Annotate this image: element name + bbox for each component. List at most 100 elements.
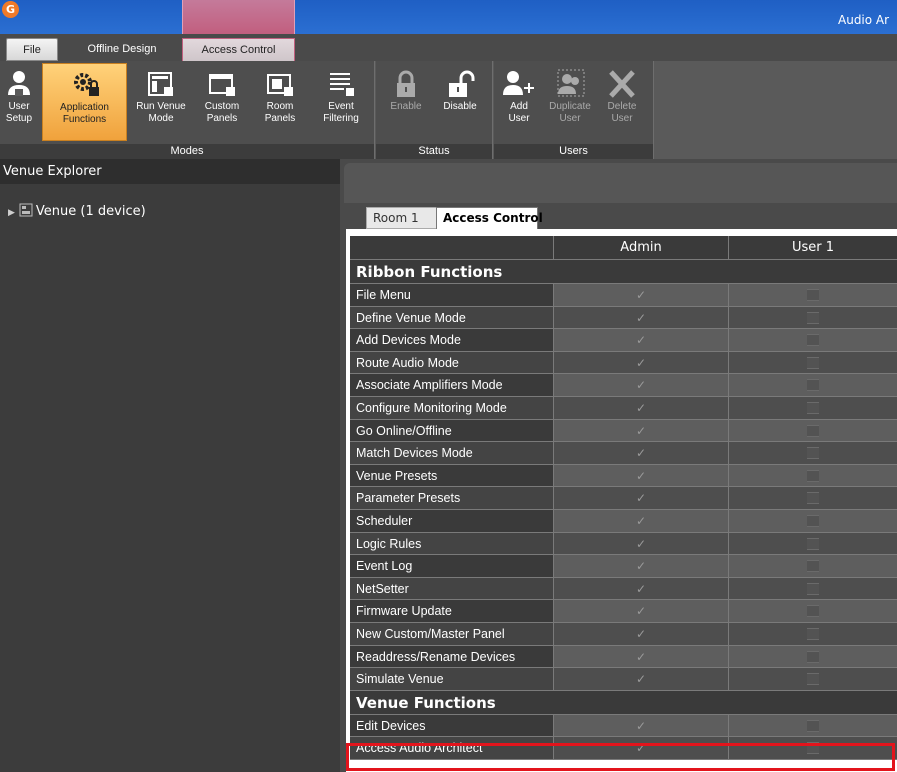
- function-name: New Custom/Master Panel: [350, 622, 554, 645]
- application-functions-button[interactable]: Application Functions: [42, 63, 127, 141]
- admin-permission-check[interactable]: ✓: [554, 374, 729, 396]
- add-user-button[interactable]: Add User: [498, 63, 540, 141]
- section-title: Venue Functions: [350, 690, 897, 714]
- tree-item-label: Venue (1 device): [35, 204, 146, 219]
- admin-permission-check[interactable]: ✓: [554, 668, 729, 690]
- admin-permission-check[interactable]: ✓: [554, 622, 729, 645]
- user1-permission-check[interactable]: [729, 284, 897, 306]
- table-row: Route Audio Mode ✓: [350, 351, 897, 375]
- user1-permission-check[interactable]: [729, 374, 897, 396]
- admin-permission-check[interactable]: ✓: [554, 306, 729, 329]
- user1-permission-check[interactable]: [729, 600, 897, 622]
- admin-permission-check[interactable]: ✓: [554, 329, 729, 351]
- contextual-tab-highlight: [182, 0, 295, 34]
- run-venue-mode-button[interactable]: Run Venue Mode: [132, 63, 190, 141]
- tab-offline-design[interactable]: Offline Design: [68, 38, 176, 61]
- user1-permission-check[interactable]: [729, 577, 897, 600]
- venue-icon: [19, 203, 33, 221]
- table-row: NetSetter ✓: [350, 577, 897, 601]
- admin-permission-check[interactable]: ✓: [554, 464, 729, 487]
- app-logo-icon[interactable]: G: [2, 1, 19, 18]
- section-header-row: Venue Functions: [350, 690, 897, 715]
- unchecked-box-icon: [807, 514, 819, 527]
- user-setup-icon: [8, 71, 30, 96]
- unchecked-box-icon: [807, 537, 819, 550]
- function-name: Scheduler: [350, 509, 554, 532]
- duplicate-user-button[interactable]: Duplicate User: [542, 63, 598, 141]
- admin-permission-check[interactable]: ✓: [554, 555, 729, 577]
- user1-permission-check[interactable]: [729, 442, 897, 464]
- user-setup-button[interactable]: User Setup: [2, 63, 36, 141]
- function-name: Add Devices Mode: [350, 329, 554, 351]
- unchecked-box-icon: [807, 742, 819, 755]
- gear-lock-icon: [73, 73, 99, 96]
- table-row: Go Online/Offline ✓: [350, 419, 897, 443]
- table-row: Logic Rules ✓: [350, 532, 897, 556]
- function-name: Route Audio Mode: [350, 351, 554, 374]
- function-name: Venue Presets: [350, 464, 554, 487]
- table-row: Readdress/Rename Devices ✓: [350, 645, 897, 669]
- unchecked-box-icon: [807, 469, 819, 482]
- user1-permission-check[interactable]: [729, 555, 897, 577]
- user1-permission-check[interactable]: [729, 622, 897, 645]
- room-panels-button[interactable]: Room Panels: [254, 63, 306, 141]
- admin-permission-check[interactable]: ✓: [554, 532, 729, 555]
- admin-permission-check[interactable]: ✓: [554, 284, 729, 306]
- user1-permission-check[interactable]: [729, 668, 897, 690]
- table-row: Configure Monitoring Mode ✓: [350, 396, 897, 420]
- user1-permission-check[interactable]: [729, 351, 897, 374]
- admin-permission-check[interactable]: ✓: [554, 351, 729, 374]
- user1-permission-check[interactable]: [729, 714, 897, 737]
- function-name: Go Online/Offline: [350, 419, 554, 442]
- user1-permission-check[interactable]: [729, 532, 897, 555]
- user1-permission-check[interactable]: [729, 509, 897, 532]
- tab-file[interactable]: File: [6, 38, 58, 61]
- delete-user-button[interactable]: Delete User: [600, 63, 644, 141]
- table-row: Define Venue Mode ✓: [350, 306, 897, 330]
- admin-permission-check[interactable]: ✓: [554, 509, 729, 532]
- expand-arrow-icon[interactable]: ▶: [8, 208, 15, 218]
- admin-permission-check[interactable]: ✓: [554, 419, 729, 442]
- admin-permission-check[interactable]: ✓: [554, 600, 729, 622]
- admin-permission-check[interactable]: ✓: [554, 442, 729, 464]
- unchecked-box-icon: [807, 289, 819, 301]
- lock-open-icon: [449, 70, 475, 97]
- section-header-row: Ribbon Functions: [350, 260, 897, 284]
- user1-permission-check[interactable]: [729, 329, 897, 351]
- admin-permission-check[interactable]: ✓: [554, 714, 729, 737]
- modes-group-label: Modes: [0, 144, 374, 159]
- unchecked-box-icon: [807, 650, 819, 663]
- window-title: Audio Ar: [838, 13, 890, 27]
- unchecked-box-icon: [807, 673, 819, 686]
- tree-item-venue[interactable]: ▶ Venue (1 device): [8, 203, 146, 221]
- unchecked-box-icon: [807, 560, 819, 573]
- user1-permission-check[interactable]: [729, 396, 897, 419]
- disable-button[interactable]: Disable: [434, 63, 486, 141]
- function-name: NetSetter: [350, 577, 554, 600]
- user1-permission-check[interactable]: [729, 487, 897, 509]
- event-filter-icon: [330, 73, 354, 96]
- user1-permission-check[interactable]: [729, 419, 897, 442]
- enable-button[interactable]: Enable: [382, 63, 430, 141]
- tab-access-control-document[interactable]: Access Control: [436, 207, 543, 229]
- tab-room-1[interactable]: Room 1: [366, 207, 438, 229]
- user1-permission-check[interactable]: [729, 306, 897, 329]
- table-row: Match Devices Mode ✓: [350, 442, 897, 465]
- custom-panel-icon: [209, 74, 235, 96]
- admin-permission-check[interactable]: ✓: [554, 737, 729, 759]
- admin-permission-check[interactable]: ✓: [554, 396, 729, 419]
- user1-permission-check[interactable]: [729, 464, 897, 487]
- user1-permission-check[interactable]: [729, 737, 897, 759]
- admin-permission-check[interactable]: ✓: [554, 487, 729, 509]
- event-filtering-button[interactable]: Event Filtering: [312, 63, 370, 141]
- user1-permission-check[interactable]: [729, 645, 897, 668]
- admin-permission-check[interactable]: ✓: [554, 577, 729, 600]
- function-name: Parameter Presets: [350, 487, 554, 509]
- custom-panels-button[interactable]: Custom Panels: [196, 63, 248, 141]
- table-row: Venue Presets ✓: [350, 464, 897, 488]
- users-group-label: Users: [494, 144, 653, 159]
- table-row: Event Log ✓: [350, 555, 897, 578]
- admin-permission-check[interactable]: ✓: [554, 645, 729, 668]
- table-row: Parameter Presets ✓: [350, 487, 897, 510]
- tab-access-control[interactable]: Access Control: [182, 38, 295, 61]
